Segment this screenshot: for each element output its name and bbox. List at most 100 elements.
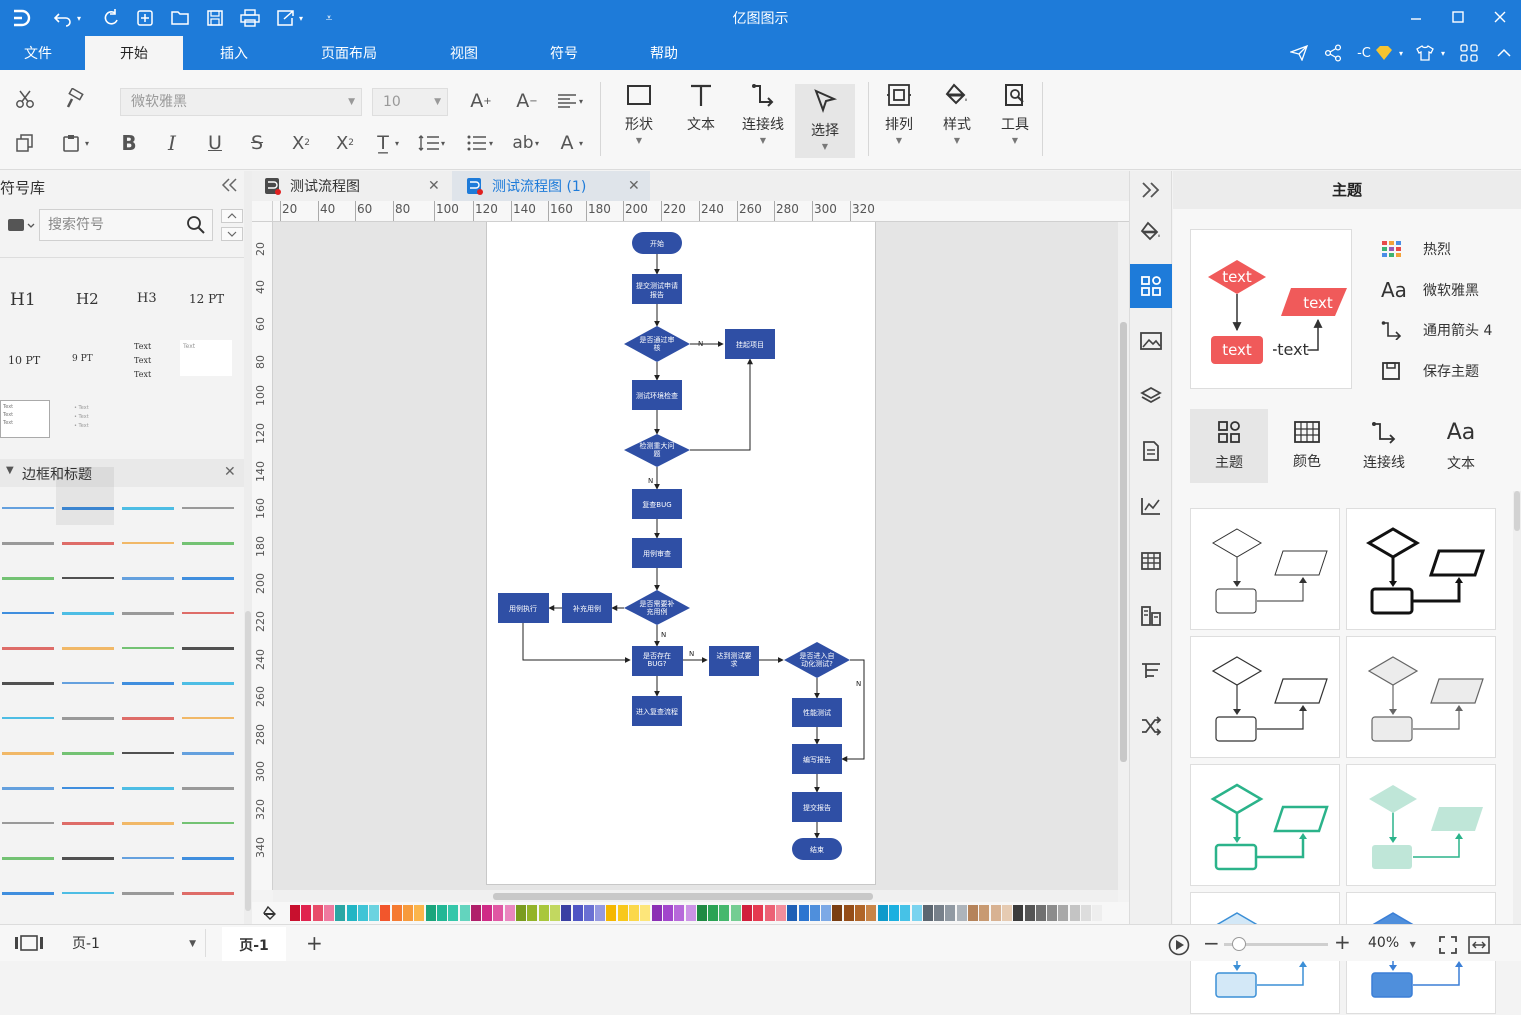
color-swatch[interactable] [1024, 905, 1035, 921]
page-tab-active[interactable]: 页-1 [222, 927, 286, 961]
align-icon[interactable] [1130, 649, 1172, 693]
color-swatch[interactable] [617, 905, 628, 921]
scroll-down-button[interactable] [221, 227, 243, 241]
text-preset-12pt[interactable]: 12 PT [189, 292, 224, 306]
page-select[interactable]: 页-1 ▼ [60, 931, 200, 957]
send-icon[interactable] [1288, 41, 1310, 65]
copy-icon[interactable] [10, 128, 40, 158]
text-block-sample[interactable]: Text Text Text [134, 340, 151, 382]
border-thumbnail[interactable] [122, 892, 174, 895]
new-file-icon[interactable] [132, 6, 158, 30]
menu-tab-insert[interactable]: 插入 [196, 36, 272, 70]
shirt-icon[interactable] [1414, 41, 1436, 65]
border-thumbnail[interactable] [182, 822, 234, 824]
color-swatch[interactable] [685, 905, 696, 921]
text-preset-h2[interactable]: H2 [76, 290, 99, 308]
color-swatch[interactable] [1047, 905, 1058, 921]
color-swatch[interactable] [538, 905, 549, 921]
close-section-icon[interactable]: ✕ [224, 464, 236, 480]
page-view-icon[interactable] [14, 935, 44, 951]
theme-card[interactable] [1190, 636, 1340, 758]
menu-tab-symbol[interactable]: 符号 [526, 36, 602, 70]
font-family-select[interactable]: 微软雅黑 ▼ [120, 88, 362, 116]
theme-option-font[interactable]: Aa 微软雅黑 [1381, 277, 1479, 303]
color-swatch[interactable] [1001, 905, 1012, 921]
menu-tab-home[interactable]: 开始 [85, 36, 183, 70]
color-swatch[interactable] [482, 905, 493, 921]
theme-option-connector[interactable]: 通用箭头 4 [1381, 317, 1492, 343]
chart-icon[interactable] [1130, 484, 1172, 528]
color-swatch[interactable] [708, 905, 719, 921]
fill-bucket-icon[interactable] [262, 905, 278, 921]
color-swatch[interactable] [504, 905, 515, 921]
italic-icon[interactable]: I [157, 128, 187, 158]
border-thumbnail[interactable] [62, 857, 114, 860]
color-swatch[interactable] [357, 905, 368, 921]
bullet-text-sample[interactable]: • Text • Text • Text [74, 404, 89, 431]
layers-icon[interactable] [1130, 374, 1172, 418]
color-swatch[interactable] [888, 905, 899, 921]
canvas-horizontal-scrollbar[interactable] [273, 890, 1118, 902]
fit-page-icon[interactable] [1438, 935, 1458, 955]
theme-card[interactable] [1190, 764, 1340, 886]
color-swatch[interactable] [719, 905, 730, 921]
user-label[interactable]: -C [1352, 41, 1376, 65]
theme-card[interactable] [1346, 636, 1496, 758]
theme-card[interactable] [1346, 764, 1496, 886]
border-thumbnail[interactable] [62, 542, 114, 545]
scrollbar-thumb[interactable] [245, 611, 251, 911]
text-box-sample[interactable]: Text [180, 340, 232, 376]
border-thumbnail[interactable] [182, 787, 234, 790]
color-swatch[interactable] [1069, 905, 1080, 921]
border-thumbnail[interactable] [122, 507, 174, 510]
canvas-vertical-scrollbar[interactable] [1118, 222, 1129, 890]
border-thumbnail[interactable] [2, 682, 54, 685]
open-folder-icon[interactable] [167, 6, 193, 30]
color-swatch[interactable] [369, 905, 380, 921]
color-swatch[interactable] [436, 905, 447, 921]
color-swatch[interactable] [1013, 905, 1024, 921]
color-swatch[interactable] [403, 905, 413, 921]
border-thumbnail[interactable] [2, 577, 54, 580]
connector-button[interactable]: 连接线 ▼ [734, 82, 792, 158]
scrollbar-thumb[interactable] [1514, 491, 1520, 531]
decrease-font-icon[interactable]: A − [512, 86, 542, 116]
color-swatch[interactable] [290, 905, 300, 921]
tab-text[interactable]: Aa 文本 [1422, 409, 1500, 483]
section-header-borders-titles[interactable]: ▼ 边框和标题 ✕ [0, 459, 244, 487]
color-swatch[interactable] [979, 905, 990, 921]
collapse-left-panel-icon[interactable] [220, 177, 238, 193]
border-thumbnail[interactable] [62, 577, 114, 579]
border-thumbnail[interactable] [2, 542, 54, 545]
color-swatch[interactable] [832, 905, 843, 921]
border-thumbnail[interactable] [2, 507, 54, 509]
color-swatch[interactable] [742, 905, 752, 921]
style-button[interactable]: 样式 ▼ [932, 82, 982, 158]
color-swatch[interactable] [753, 905, 764, 921]
line-spacing-dropdown-icon[interactable]: ▾ [436, 128, 450, 158]
image-icon[interactable] [1130, 319, 1172, 363]
zoom-level-select[interactable]: 40% ▼ [1368, 935, 1416, 951]
text-preset-h1[interactable]: H1 [10, 290, 36, 310]
org-icon[interactable] [1130, 594, 1172, 638]
color-swatch[interactable] [877, 905, 888, 921]
color-swatch[interactable] [900, 905, 911, 921]
color-swatch[interactable] [595, 905, 606, 921]
color-swatch[interactable] [1081, 905, 1091, 921]
apps-icon[interactable] [1458, 41, 1480, 65]
color-swatch[interactable] [855, 905, 865, 921]
border-thumbnail[interactable] [182, 682, 234, 685]
color-swatch[interactable] [764, 905, 775, 921]
color-swatch[interactable] [730, 905, 741, 921]
border-thumbnail[interactable] [182, 507, 234, 509]
zoom-out-button[interactable]: − [1203, 931, 1220, 955]
share-icon[interactable] [1322, 41, 1344, 65]
color-swatch[interactable] [945, 905, 956, 921]
collapse-ribbon-icon[interactable] [1494, 41, 1514, 65]
library-manager-icon[interactable] [6, 215, 36, 235]
border-thumbnail[interactable] [122, 752, 174, 754]
minimize-button[interactable] [1398, 4, 1434, 30]
scrollbar-thumb[interactable] [1120, 322, 1127, 762]
left-panel-scrollbar[interactable] [244, 171, 252, 924]
expand-right-panel-icon[interactable] [1130, 171, 1172, 209]
